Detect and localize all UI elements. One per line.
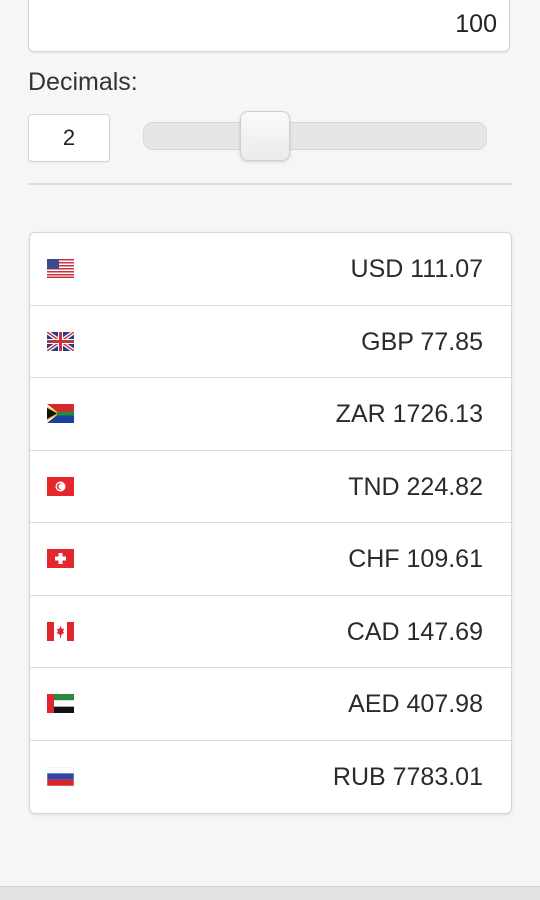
currency-row-tnd[interactable]: TND 224.82 [30,451,511,523]
currency-row-rub[interactable]: RUB 7783.01 [30,741,511,814]
decimals-slider-thumb[interactable] [240,111,291,161]
south-africa-flag-icon [47,404,74,423]
currency-row-usd[interactable]: USD 111.07 [30,233,511,306]
currency-list: USD 111.07 GBP 77.85 ZAR 1726.13 TND 224… [29,232,512,814]
amount-input[interactable] [57,10,497,39]
currency-value: USD 111.07 [350,255,483,283]
tunisia-flag-icon [47,476,74,496]
currency-row-zar[interactable]: ZAR 1726.13 [30,378,511,451]
decimals-label: Decimals: [28,68,138,96]
uae-flag-icon [47,694,74,713]
currency-value: ZAR 1726.13 [335,400,483,428]
canada-flag-icon [47,621,74,641]
switzerland-flag-icon [47,549,74,568]
currency-row-cad[interactable]: CAD 147.69 [30,596,511,668]
divider [28,183,512,185]
currency-value: TND 224.82 [348,472,483,501]
amount-field[interactable] [28,0,510,52]
decimals-input[interactable] [29,115,109,161]
currency-value: CHF 109.61 [348,545,483,573]
decimals-field[interactable] [28,114,110,162]
currency-value: RUB 7783.01 [332,762,483,791]
currency-value: CAD 147.69 [346,617,483,646]
uk-flag-icon [47,331,74,351]
currency-value: AED 407.98 [348,690,483,718]
decimals-slider-track[interactable] [143,122,487,150]
currency-row-gbp[interactable]: GBP 77.85 [30,306,511,378]
russia-flag-icon [47,766,74,786]
currency-row-chf[interactable]: CHF 109.61 [30,523,511,596]
converter-screen: Decimals: USD 111.07 [0,0,540,900]
currency-value: GBP 77.85 [361,327,483,356]
us-flag-icon [47,259,74,278]
currency-row-aed[interactable]: AED 407.98 [30,668,511,741]
bottom-edge-bar [0,886,540,900]
